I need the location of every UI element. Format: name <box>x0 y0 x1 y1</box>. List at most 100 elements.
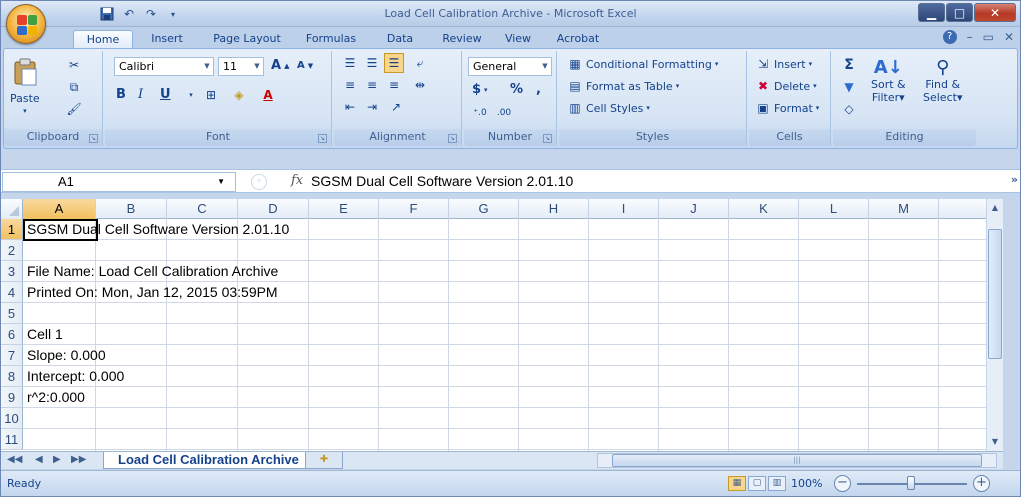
column-header[interactable]: M <box>869 199 939 219</box>
prev-sheet-icon[interactable]: ◀ <box>35 454 43 465</box>
column-header[interactable]: C <box>167 199 238 219</box>
format-as-table-button[interactable]: ▤ Format as Table ▾ <box>567 78 679 94</box>
row-header[interactable]: 11 <box>1 429 23 450</box>
decrease-indent-icon[interactable]: ⇤ <box>340 97 360 117</box>
row-header[interactable]: 3 <box>1 261 23 282</box>
expand-formula-bar-icon[interactable]: » <box>1011 173 1018 186</box>
tab-home[interactable]: Home <box>73 30 133 49</box>
tab-page-layout[interactable]: Page Layout <box>206 30 288 49</box>
tab-view[interactable]: View <box>496 30 540 49</box>
row-header[interactable]: 6 <box>1 324 23 345</box>
font-launcher-icon[interactable]: ↘ <box>318 134 327 143</box>
column-header[interactable]: F <box>379 199 449 219</box>
align-middle-icon[interactable]: ☰ <box>362 53 382 73</box>
delete-cells-button[interactable]: ✖ Delete ▾ <box>755 78 817 94</box>
cell-a7[interactable]: Slope: 0.000 <box>27 345 106 366</box>
row-header[interactable]: 4 <box>1 282 23 303</box>
zoom-in-button[interactable]: + <box>973 475 990 492</box>
bold-button[interactable]: B <box>116 87 126 102</box>
workbook-restore-icon[interactable]: ▭ <box>983 30 994 44</box>
column-header[interactable]: K <box>729 199 799 219</box>
cancel-formula-icon[interactable]: ◦ <box>251 174 267 190</box>
align-left-icon[interactable]: ≡ <box>340 75 360 95</box>
shrink-font-button[interactable]: A ▼ <box>297 60 313 71</box>
column-header[interactable]: B <box>96 199 167 219</box>
find-select-button[interactable]: ⚲ Find & Select▾ <box>923 57 962 104</box>
column-header[interactable]: D <box>238 199 309 219</box>
tab-acrobat[interactable]: Acrobat <box>548 30 608 49</box>
row-header[interactable]: 8 <box>1 366 23 387</box>
orientation-icon[interactable]: ↗ <box>386 97 406 117</box>
comma-button[interactable]: , <box>536 82 541 97</box>
increase-indent-icon[interactable]: ⇥ <box>362 97 382 117</box>
merge-center-icon[interactable]: ⇹ <box>410 75 430 95</box>
column-header[interactable]: I <box>589 199 659 219</box>
underline-dropdown-icon[interactable]: ▾ <box>181 85 201 105</box>
align-center-icon[interactable]: ≡ <box>362 75 382 95</box>
workbook-minimize-icon[interactable]: – <box>967 30 973 44</box>
insert-sheet-icon[interactable]: ✚ <box>305 452 343 469</box>
row-header[interactable]: 2 <box>1 240 23 261</box>
page-layout-view-icon[interactable]: ▢ <box>748 476 766 491</box>
format-painter-icon[interactable]: 🖌 <box>64 99 84 119</box>
cell-a3[interactable]: File Name: Load Cell Calibration Archive <box>27 261 278 282</box>
minimize-button[interactable]: ▁ <box>918 3 945 22</box>
conditional-formatting-button[interactable]: ▦ Conditional Formatting ▾ <box>567 56 718 72</box>
clipboard-launcher-icon[interactable]: ↘ <box>89 134 98 143</box>
insert-function-button[interactable]: fx <box>291 173 303 188</box>
row-header[interactable]: 1 <box>1 219 23 240</box>
font-name-select[interactable]: Calibri ▼ <box>114 57 214 76</box>
cut-icon[interactable]: ✂ <box>64 55 84 75</box>
help-icon[interactable]: ? <box>942 30 957 44</box>
workbook-close-icon[interactable]: ✕ <box>1004 30 1014 44</box>
formula-input[interactable]: SGSM Dual Cell Software Version 2.01.10 <box>311 173 573 189</box>
column-header[interactable]: E <box>309 199 379 219</box>
column-header[interactable]: H <box>519 199 589 219</box>
page-break-view-icon[interactable]: ▥ <box>768 476 786 491</box>
row-header[interactable]: 9 <box>1 387 23 408</box>
italic-button[interactable]: I <box>138 87 143 102</box>
fill-color-icon[interactable]: ◈ <box>229 85 249 105</box>
vertical-scroll-thumb[interactable] <box>988 229 1002 359</box>
name-box[interactable]: A1 ▼ <box>2 172 236 192</box>
select-all-button[interactable] <box>1 199 23 219</box>
column-header[interactable]: G <box>449 199 519 219</box>
grow-font-button[interactable]: A ▲ <box>271 58 289 73</box>
cell-a6[interactable]: Cell 1 <box>27 324 63 345</box>
clear-icon[interactable]: ◇ <box>839 99 859 119</box>
insert-cells-button[interactable]: ⇲ Insert ▾ <box>755 56 812 72</box>
next-sheet-icon[interactable]: ▶ <box>53 454 61 465</box>
horizontal-scrollbar[interactable]: ||| <box>597 453 997 468</box>
tab-data[interactable]: Data <box>376 30 424 49</box>
zoom-slider-thumb[interactable] <box>907 476 915 490</box>
row-header[interactable]: 10 <box>1 408 23 429</box>
fill-icon[interactable]: ▼ <box>839 77 859 97</box>
number-format-select[interactable]: General ▼ <box>468 57 552 76</box>
copy-icon[interactable]: ⧉ <box>64 77 84 97</box>
normal-view-icon[interactable]: ▦ <box>728 476 746 491</box>
close-button[interactable]: ✕ <box>974 3 1016 22</box>
alignment-launcher-icon[interactable]: ↘ <box>448 134 457 143</box>
office-button[interactable] <box>6 4 46 44</box>
tab-formulas[interactable]: Formulas <box>296 30 366 49</box>
font-color-icon[interactable]: A <box>258 85 278 105</box>
percent-button[interactable]: % <box>510 82 523 97</box>
tab-insert[interactable]: Insert <box>139 30 195 49</box>
sheet-tab[interactable]: Load Cell Calibration Archive <box>103 452 314 469</box>
vertical-scrollbar[interactable]: ▲ ▼ <box>986 199 1003 451</box>
worksheet-grid[interactable]: ABCDEFGHIJKLM 1 SGSM Dual Cell Software V… <box>1 199 986 451</box>
scroll-down-icon[interactable]: ▼ <box>988 435 1002 449</box>
decrease-decimal-icon[interactable]: .00 <box>494 103 514 123</box>
horizontal-scroll-thumb[interactable]: ||| <box>612 454 982 467</box>
align-bottom-icon[interactable]: ☰ <box>384 53 404 73</box>
first-sheet-icon[interactable]: ◀◀ <box>7 454 22 465</box>
last-sheet-icon[interactable]: ▶▶ <box>71 454 86 465</box>
increase-decimal-icon[interactable]: ⁺.0 <box>470 103 490 123</box>
wrap-text-icon[interactable]: ⤶ <box>410 53 430 73</box>
zoom-out-button[interactable]: − <box>834 475 851 492</box>
format-cells-button[interactable]: ▣ Format ▾ <box>755 100 819 116</box>
scroll-up-icon[interactable]: ▲ <box>988 201 1002 215</box>
currency-button[interactable]: $ ▾ <box>472 82 488 97</box>
cell-a9[interactable]: r^2:0.000 <box>27 387 85 408</box>
borders-icon[interactable]: ⊞ <box>201 85 221 105</box>
